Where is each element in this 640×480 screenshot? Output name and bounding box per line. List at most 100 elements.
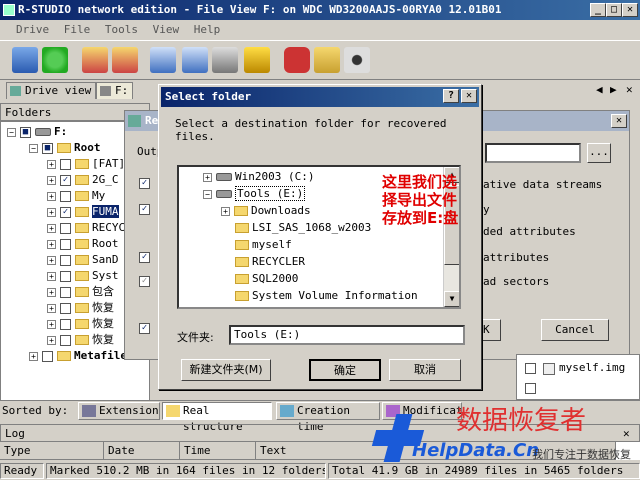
- checkbox[interactable]: ■: [20, 126, 31, 138]
- expand-icon[interactable]: +: [47, 335, 56, 345]
- log-col-date[interactable]: Date: [104, 442, 180, 460]
- folder-tree-node[interactable]: myself: [235, 237, 292, 253]
- checkbox[interactable]: ■: [42, 142, 53, 154]
- browse-button[interactable]: ...: [587, 143, 611, 163]
- option-checkbox[interactable]: ✓: [139, 204, 150, 215]
- option-checkbox[interactable]: ✓: [139, 276, 150, 287]
- file-checkbox[interactable]: [525, 383, 536, 394]
- checkbox[interactable]: [60, 318, 71, 330]
- sort-real-structure-button[interactable]: Real structure: [162, 402, 272, 433]
- tree-node[interactable]: + My: [47, 188, 105, 204]
- tree-node[interactable]: + 恢复: [47, 300, 114, 316]
- tab-close-icon[interactable]: ✕: [626, 83, 633, 96]
- tree-node[interactable]: + RECYC: [47, 220, 125, 236]
- checkbox[interactable]: ✓: [60, 174, 71, 186]
- checkbox[interactable]: ✓: [60, 206, 71, 218]
- expand-icon[interactable]: +: [47, 303, 56, 313]
- scroll-down-icon[interactable]: ▼: [444, 291, 459, 307]
- find-icon[interactable]: [150, 47, 176, 73]
- checkbox[interactable]: [60, 158, 71, 170]
- output-folder-field[interactable]: [485, 143, 581, 163]
- tree-node[interactable]: + Syst: [47, 268, 119, 284]
- tree-node[interactable]: + 恢复: [47, 332, 114, 348]
- folder-tree-node[interactable]: + Downloads: [221, 203, 311, 219]
- checkbox[interactable]: [60, 270, 71, 282]
- tree-node-selected[interactable]: + ✓ FUMA: [47, 204, 119, 220]
- expand-icon[interactable]: +: [47, 159, 56, 169]
- up-folder-icon[interactable]: [314, 47, 340, 73]
- folder-tree-node[interactable]: RECYCLER: [235, 254, 305, 270]
- connect-drive-icon[interactable]: [12, 47, 38, 73]
- new-folder-button[interactable]: 新建文件夹(M): [181, 359, 271, 381]
- select-folder-ok-button[interactable]: 确定: [309, 359, 381, 381]
- expand-icon[interactable]: +: [47, 319, 56, 329]
- sort-extension-button[interactable]: Extension: [78, 402, 160, 420]
- expand-icon[interactable]: +: [47, 207, 56, 217]
- expand-icon[interactable]: +: [47, 255, 56, 265]
- tab-scroll-left-icon[interactable]: ◀: [596, 83, 603, 96]
- collapse-icon[interactable]: −: [203, 189, 212, 199]
- expand-icon[interactable]: +: [47, 239, 56, 249]
- expand-icon[interactable]: +: [221, 206, 230, 216]
- menu-help[interactable]: Help: [194, 23, 221, 36]
- folder-path-input[interactable]: Tools (E:): [229, 325, 465, 345]
- tree-node[interactable]: + Metafiles: [29, 348, 134, 364]
- log-close-icon[interactable]: ✕: [623, 425, 630, 443]
- log-col-type[interactable]: Type: [0, 442, 104, 460]
- checkbox[interactable]: [60, 302, 71, 314]
- tab-drive-view[interactable]: Drive view: [6, 82, 97, 99]
- menu-tools[interactable]: Tools: [105, 23, 138, 36]
- menu-drive[interactable]: Drive: [0, 23, 49, 36]
- close-button[interactable]: ✕: [622, 3, 638, 17]
- collapse-icon[interactable]: −: [29, 143, 38, 153]
- folder-tree-node-selected[interactable]: − Tools (E:): [203, 186, 306, 202]
- tree-node[interactable]: + [FAT]: [47, 156, 125, 172]
- tree-node[interactable]: + ✓ 2G_C: [47, 172, 119, 188]
- folder-tree-node[interactable]: SQL2000: [235, 271, 298, 287]
- file-name[interactable]: myself.img: [559, 361, 625, 374]
- tree-node[interactable]: + 包含: [47, 284, 114, 300]
- collapse-icon[interactable]: −: [7, 127, 16, 137]
- expand-icon[interactable]: +: [47, 175, 56, 185]
- expand-icon[interactable]: +: [47, 223, 56, 233]
- tree-node[interactable]: + 恢复: [47, 316, 114, 332]
- option-checkbox[interactable]: ✓: [139, 323, 150, 334]
- tree-node[interactable]: + Root: [47, 236, 119, 252]
- sort-creation-time-button[interactable]: Creation time: [276, 402, 380, 433]
- file-checkbox[interactable]: [525, 363, 536, 374]
- minimize-button[interactable]: _: [590, 3, 606, 17]
- refresh-icon[interactable]: [42, 47, 68, 73]
- expand-icon[interactable]: +: [29, 351, 38, 361]
- folder-tree-node[interactable]: System Volume Information: [235, 288, 418, 304]
- help-button[interactable]: ?: [443, 89, 459, 103]
- recover-icon[interactable]: [112, 47, 138, 73]
- checkbox[interactable]: [60, 190, 71, 202]
- tree-node[interactable]: − ■ F:: [7, 124, 67, 140]
- menu-file[interactable]: File: [64, 23, 91, 36]
- option-checkbox[interactable]: ✓: [139, 178, 150, 189]
- stop-icon[interactable]: [284, 47, 310, 73]
- tab-scroll-right-icon[interactable]: ▶: [610, 83, 617, 96]
- select-folder-cancel-button[interactable]: 取消: [389, 359, 461, 381]
- log-col-time[interactable]: Time: [180, 442, 256, 460]
- checkbox[interactable]: [42, 350, 53, 362]
- expand-icon[interactable]: +: [47, 191, 56, 201]
- expand-icon[interactable]: +: [47, 271, 56, 281]
- checkbox[interactable]: [60, 254, 71, 266]
- expand-icon[interactable]: +: [203, 172, 212, 182]
- tab-file-view[interactable]: F:: [96, 82, 134, 99]
- checkbox[interactable]: [60, 286, 71, 298]
- tree-node[interactable]: − ■ Root: [29, 140, 101, 156]
- checkbox[interactable]: [60, 334, 71, 346]
- select-folder-close-button[interactable]: ✕: [461, 89, 477, 103]
- folder-tree-node[interactable]: + Win2003 (C:): [203, 169, 314, 185]
- recover-cancel-button[interactable]: Cancel: [541, 319, 609, 341]
- expand-icon[interactable]: +: [47, 287, 56, 297]
- maximize-button[interactable]: □: [606, 3, 622, 17]
- recover-dialog-close-button[interactable]: ✕: [611, 114, 627, 128]
- preview-icon[interactable]: [344, 47, 370, 73]
- recover-marked-icon[interactable]: [244, 47, 270, 73]
- folder-tree-node[interactable]: LSI_SAS_1068_w2003: [235, 220, 371, 236]
- checkbox[interactable]: [60, 238, 71, 250]
- checkbox[interactable]: [60, 222, 71, 234]
